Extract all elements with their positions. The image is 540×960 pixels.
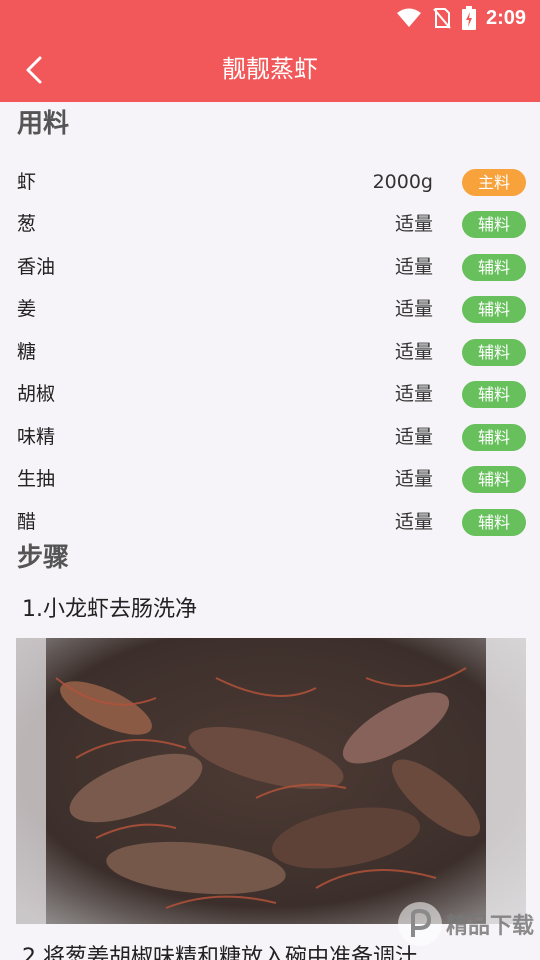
aux-ingredient-badge: 辅料 (462, 466, 526, 493)
ingredient-name: 味精 (17, 426, 56, 448)
aux-ingredient-badge: 辅料 (462, 381, 526, 408)
ingredient-row: 香油 适量 辅料 (0, 246, 540, 288)
ingredient-row: 胡椒 适量 辅料 (0, 373, 540, 415)
recipe-content[interactable]: 用料 虾 2000g 主料 葱 适量 辅料 香油 适量 辅料 姜 适量 辅料 糖… (0, 102, 540, 960)
aux-ingredient-badge: 辅料 (462, 424, 526, 451)
ingredient-row: 葱 适量 辅料 (0, 203, 540, 245)
app-header: 2:09 靓靓蒸虾 (0, 0, 540, 102)
status-time: 2:09 (485, 6, 526, 29)
page-title: 靓靓蒸虾 (222, 55, 318, 83)
step-text: 2.将葱姜胡椒味精和糖放入碗中准备调汁 (22, 945, 417, 960)
status-bar: 2:09 (396, 5, 526, 31)
step-text: 1.小龙虾去肠洗净 (22, 597, 197, 622)
ingredient-row: 生抽 适量 辅料 (0, 458, 540, 500)
main-ingredient-badge: 主料 (462, 169, 526, 196)
steps-title: 步骤 (17, 543, 70, 573)
ingredient-row: 姜 适量 辅料 (0, 288, 540, 330)
ingredient-row: 虾 2000g 主料 (0, 161, 540, 203)
ingredient-row: 味精 适量 辅料 (0, 416, 540, 458)
ingredient-amount: 适量 (394, 213, 433, 235)
ingredient-name: 胡椒 (17, 383, 56, 405)
ingredient-name: 糖 (17, 341, 37, 363)
aux-ingredient-badge: 辅料 (462, 509, 526, 536)
watermark-logo-icon (397, 902, 442, 946)
ingredient-amount: 适量 (394, 383, 433, 405)
watermark: 精品下载 (397, 902, 534, 946)
ingredient-name: 生抽 (17, 468, 56, 490)
ingredient-amount: 适量 (394, 298, 433, 320)
aux-ingredient-badge: 辅料 (462, 254, 526, 281)
ingredient-name: 醋 (17, 511, 37, 533)
no-sim-icon (432, 7, 452, 29)
ingredient-name: 姜 (17, 298, 37, 320)
aux-ingredient-badge: 辅料 (462, 296, 526, 323)
step-photo (16, 638, 526, 924)
ingredient-name: 虾 (17, 171, 37, 193)
ingredients-title: 用料 (17, 109, 70, 139)
ingredient-name: 香油 (17, 256, 56, 278)
ingredient-amount: 适量 (394, 468, 433, 490)
battery-charging-icon (461, 6, 476, 30)
ingredient-amount: 适量 (394, 426, 433, 448)
ingredient-amount: 适量 (394, 256, 433, 278)
watermark-text: 精品下载 (445, 914, 534, 939)
ingredient-row: 醋 适量 辅料 (0, 501, 540, 543)
ingredient-amount: 2000g (372, 171, 433, 193)
aux-ingredient-badge: 辅料 (462, 211, 526, 238)
ingredient-row: 糖 适量 辅料 (0, 331, 540, 373)
crayfish-photo (16, 638, 526, 924)
ingredient-name: 葱 (17, 213, 37, 235)
aux-ingredient-badge: 辅料 (462, 339, 526, 366)
ingredient-amount: 适量 (394, 341, 433, 363)
ingredient-amount: 适量 (394, 511, 433, 533)
wifi-icon (396, 8, 422, 28)
